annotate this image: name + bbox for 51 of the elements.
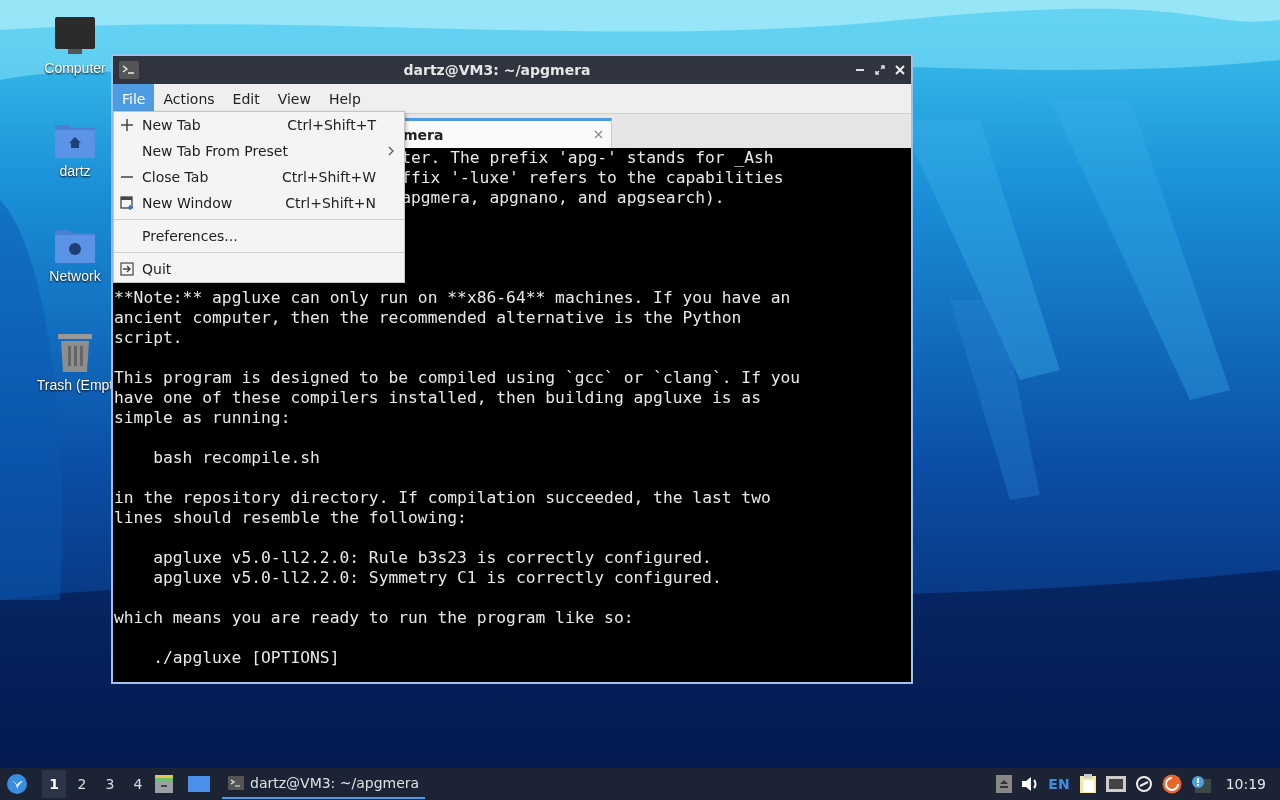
terminal-line: simple as running:: [114, 408, 291, 428]
terminal-line: This program is designed to be compiled using `gcc` or `clang`. If you: [114, 368, 801, 388]
terminal-line: **Note:** apgluxe can only run on **x86-64** machines. If you have an: [114, 288, 791, 308]
menu-item[interactable]: Quit: [114, 256, 404, 282]
menu-bar-item[interactable]: Edit: [223, 84, 269, 113]
menu-bar-item[interactable]: Help: [319, 84, 370, 113]
workspace-button[interactable]: 4: [126, 770, 150, 798]
terminal-line: ancient computer, then the recommended alternative is the Python: [114, 308, 742, 328]
desktop-icon-label[interactable]: Network: [49, 268, 101, 284]
menu-item[interactable]: New Window Ctrl+Shift+N: [114, 190, 404, 216]
terminal-line: lines should resemble the following:: [114, 508, 467, 528]
new-window-icon: [120, 196, 134, 210]
terminal-line: in the repository directory. If compilation succeeded, the last two: [114, 488, 771, 508]
close-tab-icon[interactable]: [594, 130, 603, 139]
quit-icon: [120, 262, 134, 276]
workspace-button[interactable]: 3: [98, 770, 122, 798]
minus-icon: [120, 175, 134, 179]
sync-icon[interactable]: [1134, 775, 1153, 793]
terminal-line: apgluxe v5.0-ll2.2.0: Rule b3s23 is correctly configured.: [153, 548, 712, 568]
menu-item[interactable]: Close Tab Ctrl+Shift+W: [114, 164, 404, 190]
clipboard-icon[interactable]: [1078, 774, 1097, 794]
menu-bar-item[interactable]: View: [268, 84, 320, 113]
terminal-line: ./apgluxe [OPTIONS]: [153, 648, 340, 668]
network-icon[interactable]: [1105, 776, 1126, 792]
menu-item[interactable]: New Tab Ctrl+Shift+T: [114, 112, 404, 138]
window-title: dartz@VM3: ~/apgmera: [402, 62, 592, 78]
update-icon[interactable]: [1161, 774, 1182, 794]
terminal-icon: [228, 776, 244, 790]
file-cabinet-icon[interactable]: [154, 774, 174, 794]
notification-icon[interactable]: [1190, 775, 1211, 793]
keyboard-layout[interactable]: EN: [1048, 776, 1070, 792]
clock: 10:19: [1225, 776, 1266, 792]
maximize-icon[interactable]: [875, 65, 885, 75]
workspace-button[interactable]: 2: [70, 770, 94, 798]
terminal-line: have one of these compilers installed, then building apgluxe is as: [114, 388, 761, 408]
menu-bar-item[interactable]: Actions: [154, 84, 224, 113]
terminal-line: which means you are ready to run the program like so:: [114, 608, 634, 628]
terminal-icon: [119, 61, 139, 79]
taskbar-task[interactable]: dartz@VM3: ~/apgmera: [222, 769, 426, 799]
menu-item[interactable]: New Tab From Preset: [114, 138, 404, 164]
eject-icon[interactable]: [996, 775, 1013, 793]
trash-icon: [56, 331, 94, 373]
start-menu-icon[interactable]: [6, 773, 28, 795]
plus-icon: [120, 118, 134, 132]
menu-item[interactable]: Preferences...: [114, 223, 404, 249]
close-icon[interactable]: [895, 65, 905, 75]
workspace-button[interactable]: 1: [42, 770, 66, 798]
terminal-line: bash recompile.sh: [153, 448, 320, 468]
terminal-line: apgluxe v5.0-ll2.2.0: Symmetry C1 is correctly configured.: [153, 568, 722, 588]
terminal-line: script.: [114, 328, 183, 348]
monitor-icon: [54, 16, 96, 56]
